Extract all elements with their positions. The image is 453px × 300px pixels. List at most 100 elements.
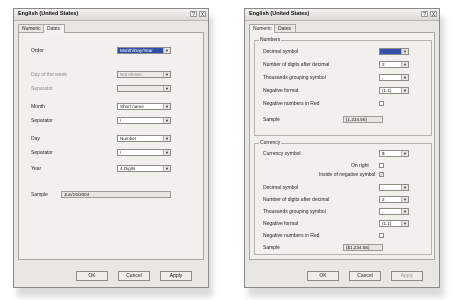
currency-digits-label: Number of digits after decimal: [263, 197, 330, 203]
separator-label-1: Separator: [31, 86, 53, 92]
currency-decimal-symbol-row: Decimal symbol . ▼: [263, 184, 431, 192]
currency-thousands-row: Thousands grouping symbol , ▼: [263, 208, 431, 216]
numbers-group: Numbers Decimal symbol . ▼ Number of dig…: [254, 37, 432, 136]
day-label: Day: [31, 136, 40, 142]
chevron-down-icon[interactable]: ▼: [401, 151, 408, 156]
help-icon[interactable]: ?: [190, 11, 197, 18]
separator-combo-2[interactable]: / ▼: [117, 117, 171, 124]
negative-red-checkbox[interactable]: [379, 101, 384, 106]
separator-combo-1[interactable]: ▼: [117, 85, 171, 92]
sample-label: Sample: [31, 192, 48, 198]
separator-label-2: Separator: [31, 118, 53, 124]
chevron-down-icon[interactable]: ▼: [163, 104, 170, 109]
numbers-sample-value: (1,234.56): [343, 116, 383, 123]
negative-format-row: Negative format (1.1) ▼: [263, 87, 431, 95]
sample-row: Sample Jun/16/2004: [31, 191, 201, 199]
thousands-symbol-label: Thousands grouping symbol: [263, 75, 326, 81]
ok-button[interactable]: OK: [307, 271, 339, 281]
decimal-symbol-value: .: [382, 49, 384, 54]
decimal-symbol-combo[interactable]: . ▼: [379, 48, 409, 55]
chevron-down-icon[interactable]: ▼: [401, 209, 408, 214]
digits-after-decimal-value: 2: [382, 62, 385, 67]
currency-digits-row: Number of digits after decimal 2 ▼: [263, 196, 431, 204]
numeric-panel: Numbers Decimal symbol . ▼ Number of dig…: [249, 32, 435, 260]
day-combo[interactable]: Number ▼: [117, 135, 171, 142]
day-of-week-value: Not shown: [120, 72, 142, 77]
apply-button[interactable]: Apply: [391, 271, 423, 281]
cancel-button[interactable]: Cancel: [349, 271, 381, 281]
chevron-down-icon[interactable]: ▼: [401, 185, 408, 190]
separator-row-2: Separator / ▼: [31, 117, 201, 125]
title-bar: English (United States) ? X: [14, 9, 208, 21]
year-row: Year 4 Digits ▼: [31, 165, 201, 173]
right-dialog: English (United States) ? X Numeric Date…: [244, 8, 440, 288]
chevron-down-icon[interactable]: ▼: [163, 118, 170, 123]
separator-value-3: /: [120, 150, 122, 155]
currency-negative-format-label: Negative format: [263, 221, 299, 227]
chevron-down-icon[interactable]: ▼: [163, 86, 170, 91]
apply-button[interactable]: Apply: [160, 271, 192, 281]
numbers-group-title: Numbers: [259, 37, 282, 43]
cancel-button[interactable]: Cancel: [118, 271, 150, 281]
negative-format-combo[interactable]: (1.1) ▼: [379, 87, 409, 94]
currency-negative-red-row: Negative numbers in Red: [263, 232, 431, 240]
chevron-down-icon[interactable]: ▼: [401, 75, 408, 80]
negative-red-label: Negative numbers in Red: [263, 101, 320, 107]
chevron-down-icon[interactable]: ▼: [163, 166, 170, 171]
tab-dates[interactable]: Dates: [43, 24, 65, 33]
thousands-symbol-combo[interactable]: , ▼: [379, 74, 409, 81]
currency-thousands-label: Thousands grouping symbol: [263, 209, 326, 215]
day-of-week-combo[interactable]: Not shown ▼: [117, 71, 171, 78]
month-label: Month: [31, 104, 45, 110]
order-combo[interactable]: Month/Day/Year ▼: [117, 47, 171, 54]
chevron-down-icon[interactable]: ▼: [163, 150, 170, 155]
left-dialog: English (United States) ? X Numeric Date…: [13, 8, 209, 288]
currency-negative-red-label: Negative numbers in Red: [263, 233, 320, 239]
tab-numeric[interactable]: Numeric: [249, 24, 275, 33]
separator-label-3: Separator: [31, 150, 53, 156]
chevron-down-icon[interactable]: ▼: [163, 72, 170, 77]
year-value: 4 Digits: [120, 166, 136, 171]
currency-sample-label: Sample: [263, 245, 280, 251]
currency-digits-value: 2: [382, 197, 385, 202]
currency-negative-red-checkbox[interactable]: [379, 233, 384, 238]
day-of-week-label: Day of the week: [31, 72, 67, 78]
close-icon[interactable]: X: [199, 11, 206, 18]
inside-negative-checkbox[interactable]: ✓: [379, 172, 384, 177]
currency-symbol-combo[interactable]: $ ▼: [379, 150, 409, 157]
help-icon[interactable]: ?: [421, 11, 428, 18]
currency-thousands-combo[interactable]: , ▼: [379, 208, 409, 215]
separator-row-1: Separator ▼: [31, 85, 201, 93]
separator-combo-3[interactable]: / ▼: [117, 149, 171, 156]
on-right-label: On right: [351, 163, 369, 169]
inside-negative-row: Inside of negative symbol ✓: [263, 171, 431, 179]
thousands-symbol-row: Thousands grouping symbol , ▼: [263, 74, 431, 82]
on-right-checkbox[interactable]: [379, 163, 384, 168]
currency-negative-format-combo[interactable]: (1.1) ▼: [379, 220, 409, 227]
chevron-down-icon[interactable]: ▼: [401, 62, 408, 67]
currency-negative-format-value: (1.1): [382, 221, 392, 226]
day-of-week-row: Day of the week Not shown ▼: [31, 71, 201, 79]
currency-symbol-label: Currency symbol: [263, 151, 301, 157]
month-value: Short name: [120, 104, 144, 109]
digits-after-decimal-combo[interactable]: 2 ▼: [379, 61, 409, 68]
separator-value-2: /: [120, 118, 122, 123]
chevron-down-icon[interactable]: ▼: [401, 88, 408, 93]
day-value: Number: [120, 136, 137, 141]
chevron-down-icon[interactable]: ▼: [401, 221, 408, 226]
numbers-sample-label: Sample: [263, 117, 280, 123]
year-label: Year: [31, 166, 42, 172]
currency-digits-combo[interactable]: 2 ▼: [379, 196, 409, 203]
order-value: Month/Day/Year: [120, 48, 153, 53]
ok-button[interactable]: OK: [76, 271, 108, 281]
year-combo[interactable]: 4 Digits ▼: [117, 165, 171, 172]
chevron-down-icon[interactable]: ▼: [401, 197, 408, 202]
currency-decimal-symbol-combo[interactable]: . ▼: [379, 184, 409, 191]
close-icon[interactable]: X: [430, 11, 437, 18]
numbers-sample-row: Sample (1,234.56): [263, 116, 431, 124]
chevron-down-icon[interactable]: ▼: [401, 49, 408, 54]
month-combo[interactable]: Short name ▼: [117, 103, 171, 110]
chevron-down-icon[interactable]: ▼: [163, 136, 170, 141]
chevron-down-icon[interactable]: ▼: [163, 48, 170, 53]
currency-symbol-row: Currency symbol $ ▼: [263, 150, 431, 158]
